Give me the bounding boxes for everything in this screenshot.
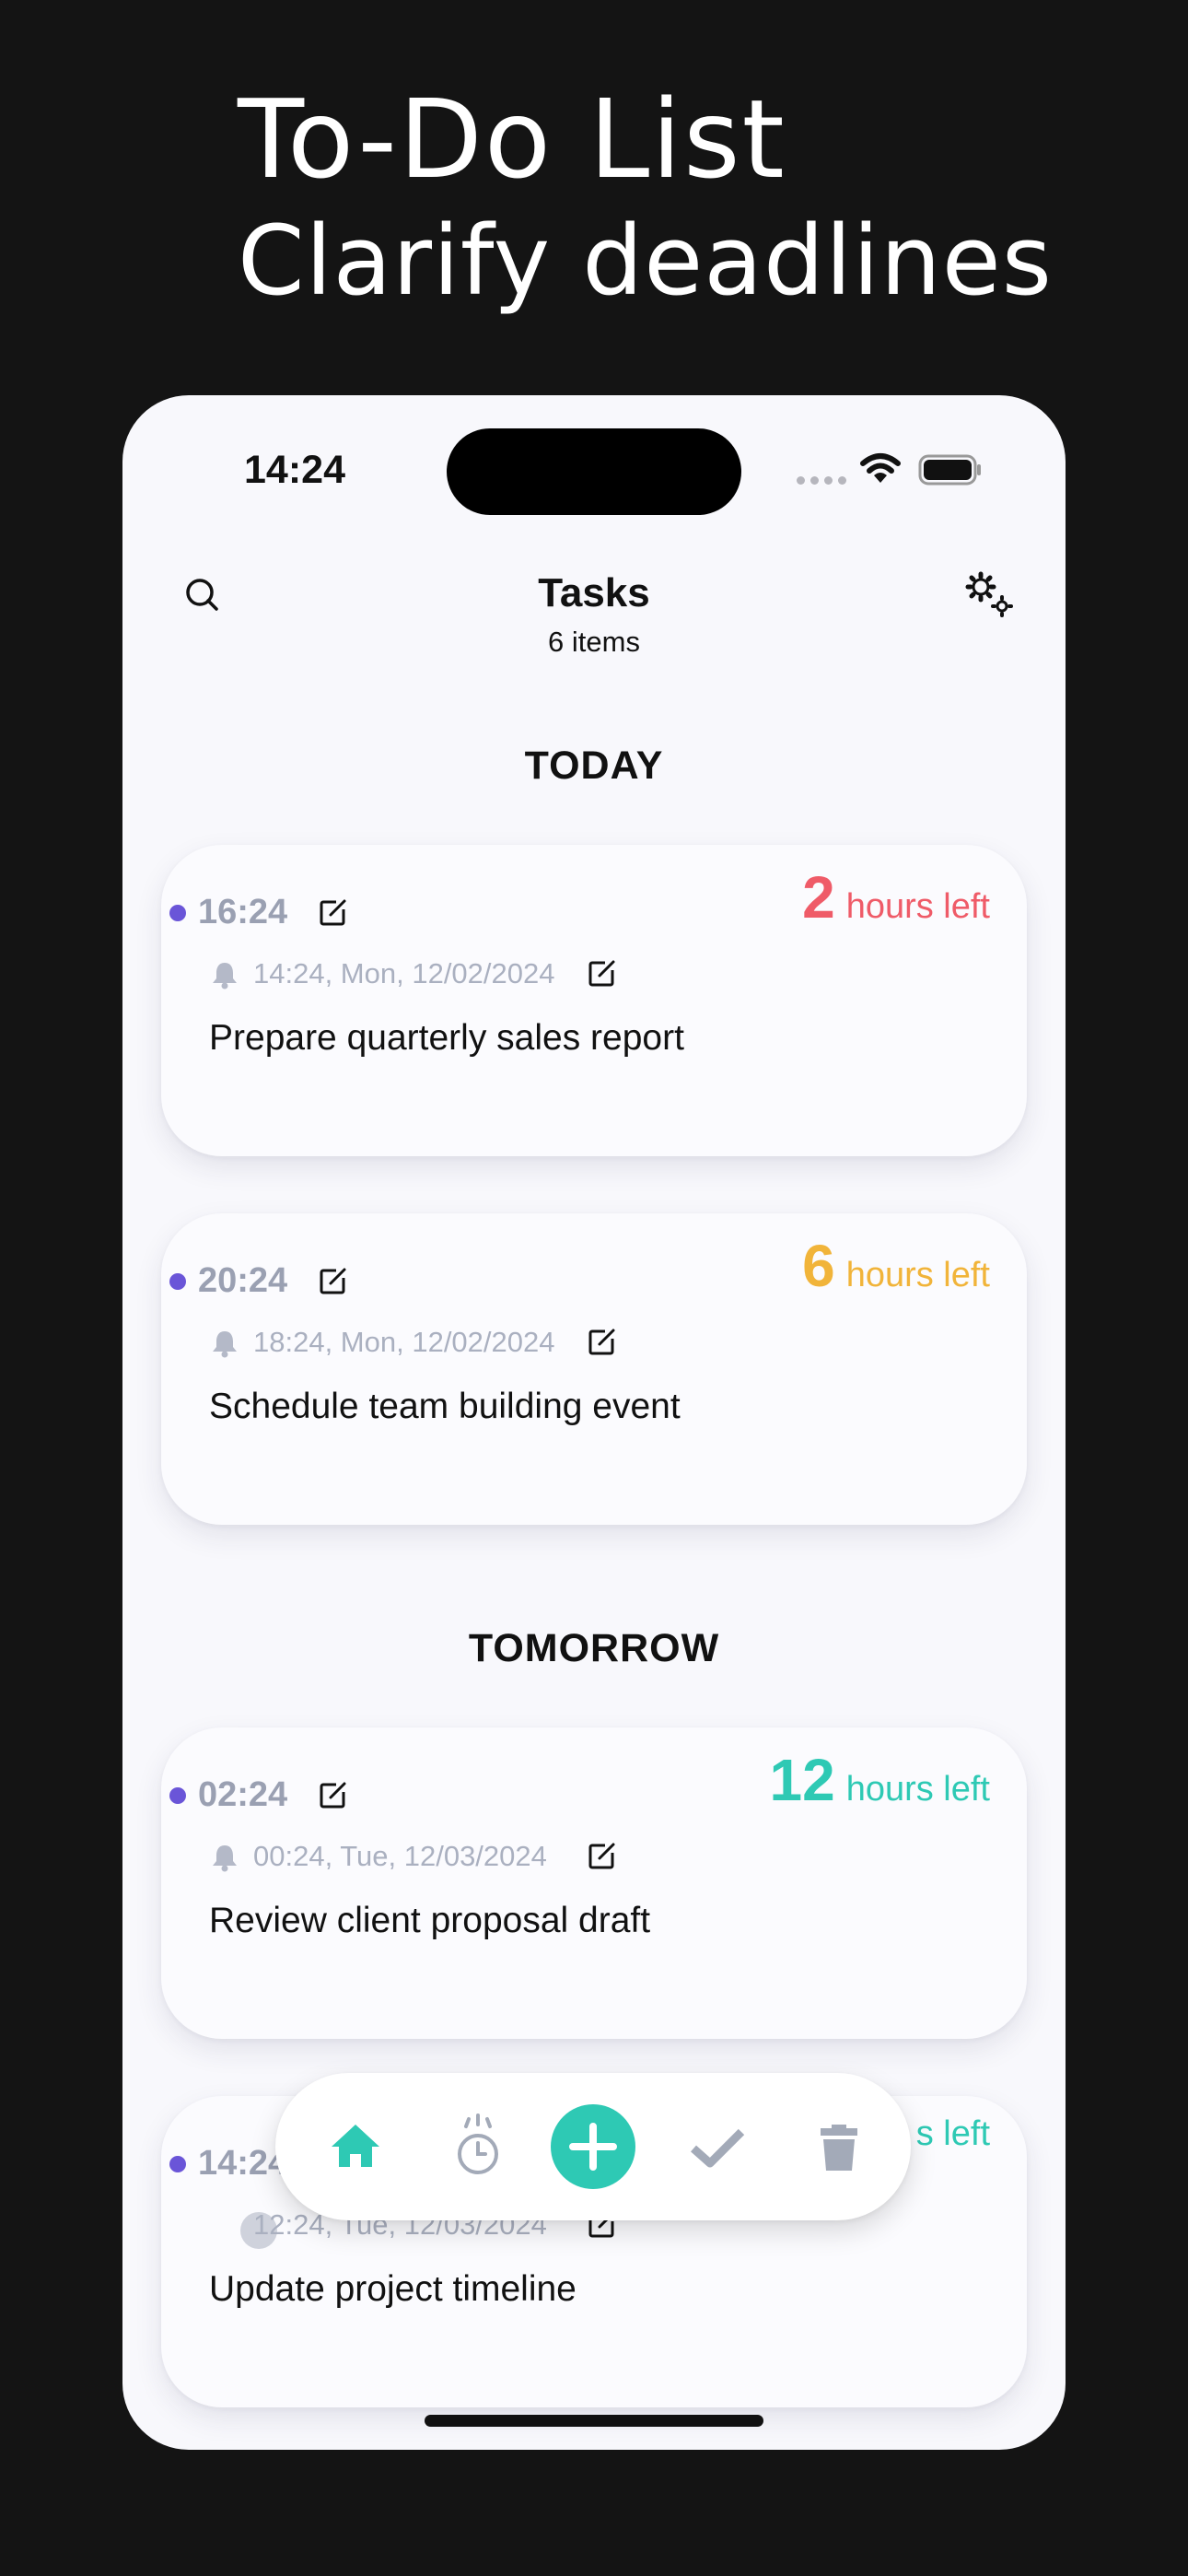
- reminder-datetime: 14:24, Mon, 12/02/2024: [253, 957, 555, 989]
- priority-dot: [169, 905, 186, 921]
- task-card[interactable]: 20:24 18:24, Mon, 12/02/2024 Schedule te…: [161, 1213, 1027, 1525]
- trash-icon[interactable]: [802, 2110, 876, 2184]
- time-left: s left: [916, 2114, 990, 2154]
- task-title: Review client proposal draft: [209, 1901, 651, 1940]
- due-time: 20:24: [198, 1261, 288, 1300]
- edit-time-icon[interactable]: [316, 1265, 349, 1298]
- tab-bar: [275, 2073, 911, 2220]
- bell-icon: [213, 963, 237, 989]
- time-left-label: hours left: [845, 887, 990, 926]
- due-time: 14:24: [198, 2144, 288, 2183]
- home-indicator: [425, 2415, 763, 2427]
- dynamic-island: [447, 428, 741, 515]
- edit-time-icon[interactable]: [316, 896, 349, 930]
- time-left-number: 2: [802, 864, 835, 931]
- time-left-number: 6: [802, 1233, 835, 1299]
- task-card[interactable]: 02:24 00:24, Tue, 12/03/2024 Review clie…: [161, 1727, 1027, 2039]
- reminder-datetime: 18:24, Mon, 12/02/2024: [253, 1326, 555, 1358]
- section-header-tomorrow: TOMORROW: [468, 1626, 720, 1670]
- task-card[interactable]: 16:24 14:24, Mon, 12/02/2024 Prepare qua…: [161, 845, 1027, 1156]
- battery-icon: [918, 454, 981, 486]
- time-left-label: hours left: [845, 1770, 990, 1809]
- time-left: 2 hours left: [802, 863, 990, 931]
- time-left-label: s left: [915, 2114, 990, 2153]
- bell-icon: [213, 1845, 237, 1872]
- item-count: 6 items: [548, 626, 640, 658]
- time-left-number: 12: [769, 1747, 835, 1813]
- priority-dot: [169, 2156, 186, 2172]
- status-time: 14:24: [244, 448, 345, 492]
- home-icon[interactable]: [319, 2110, 392, 2184]
- time-left: 12 hours left: [770, 1746, 991, 1814]
- edit-reminder-icon[interactable]: [585, 1840, 618, 1873]
- edit-reminder-icon[interactable]: [585, 957, 618, 990]
- timer-icon[interactable]: [441, 2110, 515, 2184]
- task-title: Schedule team building event: [209, 1387, 681, 1426]
- time-left: 6 hours left: [802, 1232, 990, 1300]
- cellular-signal-icon: [797, 476, 846, 485]
- priority-dot: [169, 1787, 186, 1804]
- due-time: 02:24: [198, 1775, 288, 1814]
- due-time: 16:24: [198, 893, 288, 931]
- add-icon: [569, 2123, 617, 2171]
- reminder-datetime: 00:24, Tue, 12/03/2024: [253, 1840, 547, 1872]
- edit-time-icon[interactable]: [316, 1779, 349, 1812]
- add-task-button[interactable]: [551, 2104, 635, 2189]
- section-header-today: TODAY: [524, 744, 664, 788]
- task-title: Update project timeline: [209, 2269, 577, 2309]
- promo-subtitle: Clarify deadlines: [238, 205, 1053, 317]
- edit-reminder-icon[interactable]: [585, 1326, 618, 1359]
- promo-title: To-Do List: [238, 76, 786, 203]
- time-left-label: hours left: [845, 1256, 990, 1294]
- wifi-icon: [860, 453, 901, 483]
- priority-dot: [169, 1273, 186, 1290]
- page-title: Tasks: [538, 570, 650, 615]
- bell-icon: [213, 1331, 237, 1358]
- check-icon[interactable]: [681, 2110, 754, 2184]
- settings-gear-icon[interactable]: [962, 567, 1018, 622]
- task-title: Prepare quarterly sales report: [209, 1018, 684, 1058]
